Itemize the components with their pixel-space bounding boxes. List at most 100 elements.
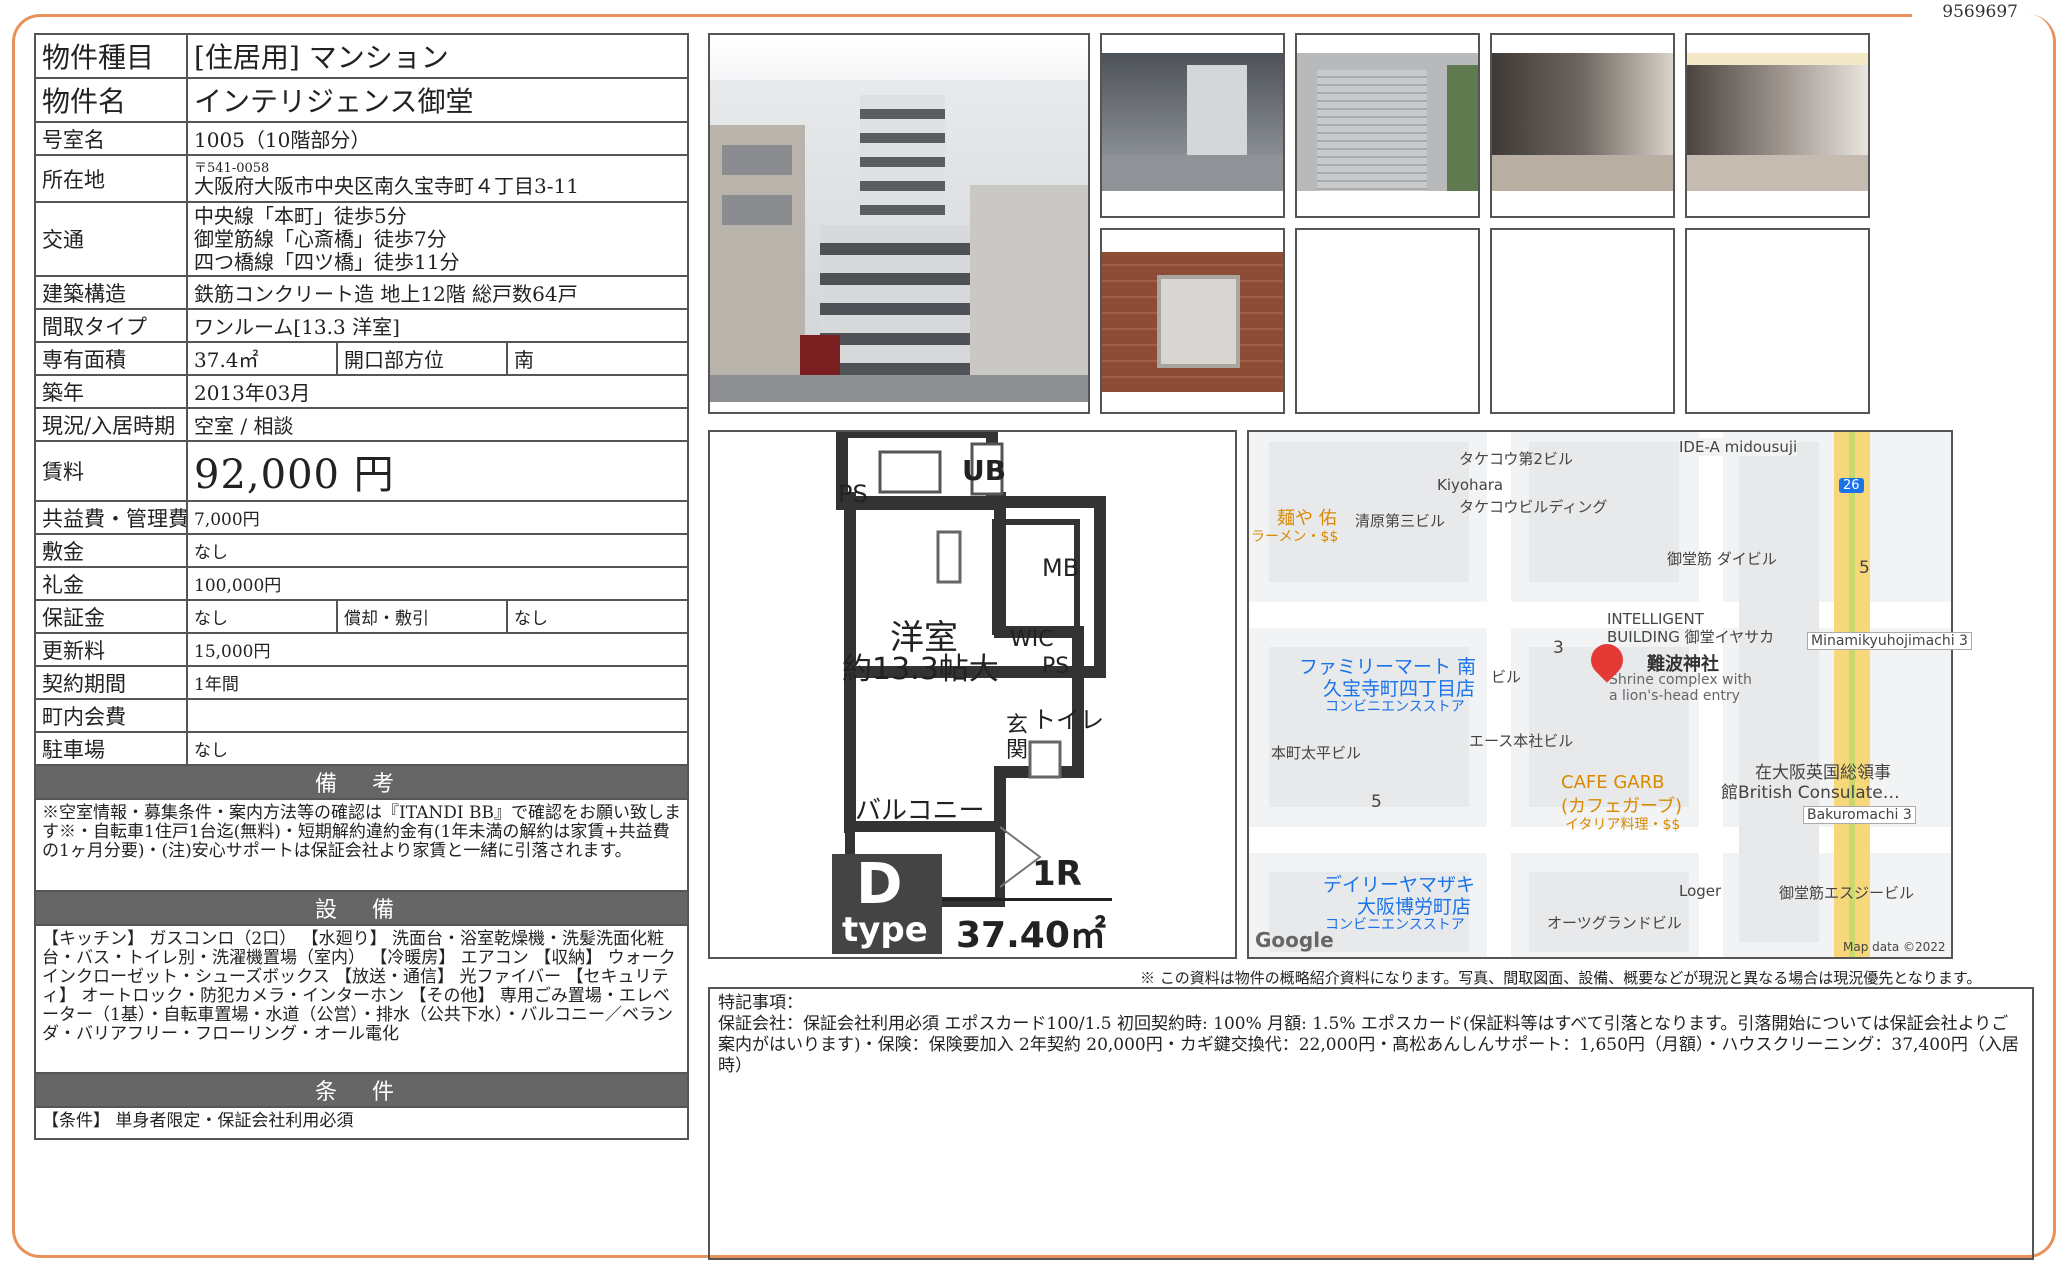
row-town-fee: 町内会費	[34, 698, 690, 733]
row-structure: 建築構造 鉄筋コンクリート造 地上12階 総戸数64戸	[34, 275, 690, 310]
map-block	[1529, 647, 1689, 807]
deposit-label: 敷金	[34, 533, 188, 568]
traffic-label: 交通	[34, 201, 188, 277]
garage-photo	[1295, 33, 1480, 218]
guarantee-label: 保証金	[34, 599, 188, 634]
map-road	[1699, 432, 1723, 957]
parking-value: なし	[185, 731, 690, 766]
row-status: 現況/入居時期 空室 / 相談	[34, 407, 690, 442]
keymoney-label: 礼金	[34, 566, 188, 601]
row-rent: 賃料 92,000 円	[34, 440, 690, 502]
guarantee-value: なし	[186, 599, 338, 634]
rent-label: 賃料	[34, 440, 188, 502]
type-label: 物件種目	[34, 33, 188, 79]
name-label: 物件名	[34, 77, 188, 123]
fp-room-size: 約13.3帖大	[842, 652, 999, 687]
row-fee: 共益費・管理費 7,000円	[34, 500, 690, 535]
fp-ps-right: PS	[1042, 654, 1070, 679]
floorplan: UB PS MB 洋室 約13.3帖大 WIC PS トイレ 玄 関 バルコニー…	[708, 430, 1237, 959]
special-notes: 特記事項： 保証会社：保証会社利用必須 エポスカード100/1.5 初回契約時:…	[708, 987, 2034, 1260]
row-type: 物件種目 [住居用] マンション	[34, 33, 690, 79]
intercom-photo	[1100, 228, 1285, 414]
row-traffic: 交通 中央線「本町」徒歩5分 御堂筋線「心斎橋」徒歩7分 四つ橋線「四ツ橋」徒歩…	[34, 201, 690, 277]
disclaimer-caption: ※ この資料は物件の概略紹介資料になります。写真、間取図面、設備、概要などが現況…	[1140, 969, 1982, 987]
row-conditions-head: 条 件	[33, 1072, 690, 1108]
fp-type-word: type	[842, 910, 928, 950]
row-term: 契約期間 1年間	[34, 665, 690, 700]
area-value: 37.4㎡	[186, 341, 338, 376]
deposit-value: なし	[185, 533, 690, 568]
facing-value: 南	[505, 341, 690, 376]
hallway-photo	[1685, 33, 1870, 218]
row-built: 築年 2013年03月	[34, 374, 690, 409]
map-road	[1487, 432, 1511, 957]
row-remarks: ※空室情報・募集条件・案内方法等の確認は『ITANDI BB』で確認をお願い致し…	[33, 798, 690, 892]
address-label: 所在地	[34, 154, 188, 203]
spec-panel: 物件種目 [住居用] マンション 物件名 インテリジェンス御堂 号室名 1005…	[33, 33, 690, 1140]
town-fee-label: 町内会費	[34, 698, 188, 733]
map-block	[1739, 442, 1819, 942]
name-value: インテリジェンス御堂	[185, 77, 690, 123]
fp-balcony: バルコニー	[855, 796, 985, 826]
fp-divider	[942, 898, 1112, 901]
equipment-title: 設 備	[33, 890, 690, 926]
row-layout: 間取タイプ ワンルーム[13.3 洋室]	[34, 308, 690, 343]
fp-ps-top: PS	[838, 480, 868, 508]
empty-photo-slot	[1295, 228, 1480, 414]
type-value: [住居用] マンション	[185, 33, 690, 79]
floorplan-drawing	[836, 432, 1106, 907]
row-equipment: 【キッチン】 ガスコンロ（2口） 【水廻り】 洗面台・浴室乾燥機・洗髪洗面化粧台…	[33, 924, 690, 1074]
keymoney-value: 100,000円	[185, 566, 690, 601]
town-fee-value	[185, 698, 690, 733]
document-number: 9569697	[1936, 2, 2024, 22]
status-value: 空室 / 相談	[185, 407, 690, 442]
area-label: 専有面積	[34, 341, 188, 376]
fp-mb: MB	[1042, 554, 1080, 582]
fp-type-letter: D	[856, 852, 903, 917]
row-renewal: 更新料 15,000円	[34, 632, 690, 667]
built-value: 2013年03月	[185, 374, 690, 409]
lobby-photo	[1490, 33, 1675, 218]
row-equipment-head: 設 備	[33, 890, 690, 926]
entrance-photo	[1100, 33, 1285, 218]
address-value: 大阪府大阪市中央区南久宝寺町４丁目3-11	[194, 173, 579, 198]
rent-value: 92,000 円	[185, 440, 690, 502]
renewal-label: 更新料	[34, 632, 188, 667]
fp-area: 37.40㎡	[956, 915, 1106, 956]
layout-value: ワンルーム[13.3 洋室]	[185, 308, 690, 343]
fee-value: 7,000円	[185, 500, 690, 535]
room-label: 号室名	[34, 121, 188, 156]
spec-table: 物件種目 [住居用] マンション 物件名 インテリジェンス御堂 号室名 1005…	[33, 33, 690, 1140]
traffic-line: 四つ橋線「四ツ橋」徒歩11分	[194, 249, 460, 274]
map-block	[1529, 872, 1689, 952]
row-room: 号室名 1005（10階部分）	[34, 121, 690, 156]
location-map[interactable]: タケコウ第2ビル	[1247, 430, 1953, 959]
amortization-value: なし	[505, 599, 690, 634]
structure-value: 鉄筋コンクリート造 地上12階 総戸数64戸	[185, 275, 690, 310]
row-conditions: 【条件】 単身者限定・保証会社利用必須	[33, 1106, 690, 1140]
term-label: 契約期間	[34, 665, 188, 700]
row-guarantee: 保証金 なし 償却・敷引 なし	[34, 599, 690, 634]
empty-photo-slot	[1685, 228, 1870, 414]
row-address: 所在地 〒541-0058 大阪府大阪市中央区南久宝寺町４丁目3-11	[34, 154, 690, 203]
fp-wic: WIC	[1010, 627, 1054, 652]
row-area: 専有面積 37.4㎡ 開口部方位 南	[34, 341, 690, 376]
term-value: 1年間	[185, 665, 690, 700]
row-deposit: 敷金 なし	[34, 533, 690, 568]
row-name: 物件名 インテリジェンス御堂	[34, 77, 690, 123]
fp-ub: UB	[962, 454, 1007, 487]
built-label: 築年	[34, 374, 188, 409]
map-block	[1529, 442, 1679, 582]
fp-toilet: トイレ	[1032, 706, 1104, 734]
fp-layout: 1R	[1032, 854, 1082, 894]
room-value: 1005（10階部分）	[185, 121, 690, 156]
row-keymoney: 礼金 100,000円	[34, 566, 690, 601]
map-block	[1269, 442, 1469, 582]
facing-label: 開口部方位	[336, 341, 508, 376]
conditions-text: 【条件】 単身者限定・保証会社利用必須	[33, 1106, 690, 1140]
equipment-text: 【キッチン】 ガスコンロ（2口） 【水廻り】 洗面台・浴室乾燥機・洗髪洗面化粧台…	[33, 924, 690, 1074]
layout-label: 間取タイプ	[34, 308, 188, 343]
building-exterior-photo	[708, 33, 1090, 414]
row-remarks-head: 備 考	[33, 764, 690, 800]
structure-label: 建築構造	[34, 275, 188, 310]
